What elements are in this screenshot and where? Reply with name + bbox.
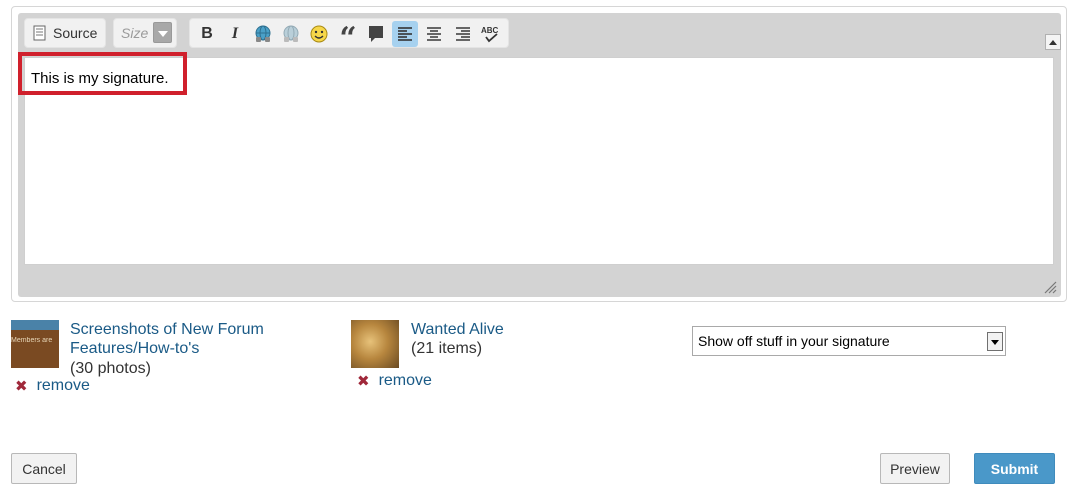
- align-right-icon: [456, 27, 470, 41]
- album-title-line1: Screenshots of New Forum: [70, 321, 264, 338]
- spellcheck-abc-text: ABC: [481, 26, 499, 35]
- bold-icon: B: [201, 25, 213, 42]
- italic-icon: I: [231, 25, 239, 42]
- align-right-button[interactable]: [450, 21, 476, 47]
- remove-label: remove: [378, 372, 432, 389]
- insert-link-button[interactable]: [250, 21, 276, 47]
- document-icon: [33, 25, 46, 40]
- collection-count: (21 items): [411, 340, 483, 357]
- font-size-select[interactable]: Size: [113, 18, 177, 48]
- align-left-button[interactable]: [392, 21, 418, 47]
- smiley-icon: [310, 25, 328, 43]
- align-center-button[interactable]: [421, 21, 447, 47]
- thumbnail-caption: Members are: [11, 337, 53, 344]
- resize-grip-icon[interactable]: [1043, 280, 1057, 294]
- blockquote-button[interactable]: “: [335, 21, 361, 54]
- album-link[interactable]: Screenshots of New Forum Features/How-to…: [70, 320, 264, 358]
- formatting-group: B I “ ABC: [189, 18, 509, 54]
- link-globe-icon: [255, 25, 271, 42]
- align-center-icon: [427, 27, 441, 41]
- editor-toolbar: Source Size B I “ ABC: [18, 13, 1061, 55]
- italic-button[interactable]: I: [222, 21, 248, 47]
- chevron-down-icon[interactable]: [153, 22, 172, 43]
- smiley-button[interactable]: [306, 21, 332, 47]
- item-thumbnail[interactable]: [351, 320, 399, 368]
- signature-content-select[interactable]: Show off stuff in your signature: [692, 326, 1006, 356]
- spoiler-button[interactable]: [363, 21, 389, 47]
- spellcheck-button[interactable]: ABC: [478, 21, 504, 47]
- submit-button[interactable]: Submit: [974, 453, 1055, 484]
- collection-link[interactable]: Wanted Alive: [411, 320, 504, 339]
- editor-frame: Source Size B I “ ABC This is my signatu…: [18, 13, 1061, 297]
- align-left-icon: [398, 27, 412, 41]
- select-value: Show off stuff in your signature: [698, 333, 890, 349]
- unlink-globe-icon: [283, 25, 299, 42]
- font-size-label: Size: [121, 25, 149, 41]
- unlink-button[interactable]: [278, 21, 304, 47]
- annotation-highlight-box: [18, 52, 187, 95]
- chevron-down-icon[interactable]: [987, 332, 1003, 351]
- album-thumbnail[interactable]: Members are: [11, 320, 59, 368]
- quote-icon: “: [339, 21, 357, 56]
- collapse-toolbar-button[interactable]: [1045, 34, 1061, 50]
- remove-label: remove: [36, 377, 90, 394]
- remove-attachment-button[interactable]: ✖ remove: [15, 377, 90, 395]
- speech-bubble-icon: [369, 26, 383, 42]
- remove-x-icon: ✖: [357, 373, 370, 390]
- preview-button[interactable]: Preview: [880, 453, 950, 484]
- source-button[interactable]: Source: [24, 18, 106, 48]
- bold-button[interactable]: B: [194, 21, 220, 47]
- remove-x-icon: ✖: [15, 378, 28, 395]
- album-count: (30 photos): [70, 360, 151, 377]
- spellcheck-icon: ABC: [481, 26, 499, 43]
- source-label: Source: [53, 25, 98, 41]
- album-title-line2: Features/How-to's: [70, 340, 200, 357]
- remove-attachment-button[interactable]: ✖ remove: [357, 372, 432, 390]
- cancel-button[interactable]: Cancel: [11, 453, 77, 484]
- editor-content-area[interactable]: This is my signature.: [18, 52, 1054, 265]
- signature-editor: Source Size B I “ ABC This is my signatu…: [11, 6, 1067, 302]
